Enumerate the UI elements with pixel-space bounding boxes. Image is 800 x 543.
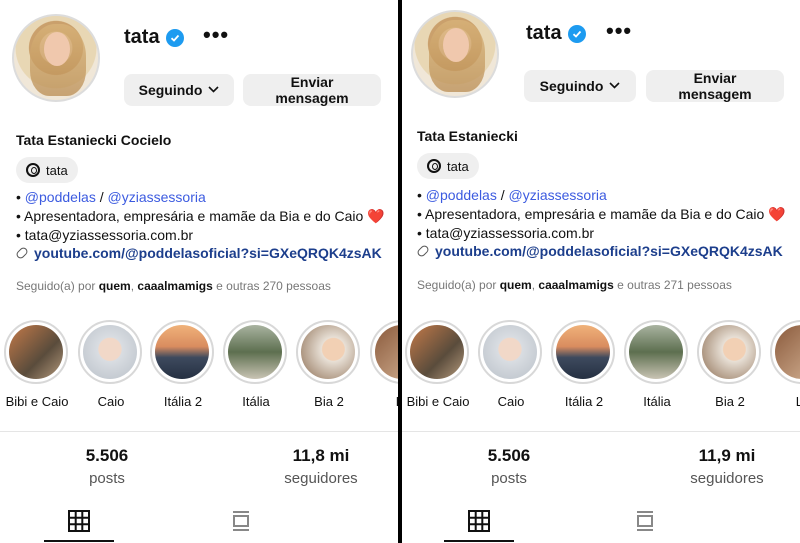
- profile-avatar[interactable]: [411, 10, 499, 98]
- highlight-label: Bibi e Caio: [406, 394, 470, 409]
- posts-label: posts: [89, 470, 125, 487]
- more-options-icon[interactable]: •••: [203, 22, 229, 48]
- following-label: Seguindo: [539, 78, 604, 94]
- mention-yziassessoria[interactable]: @yziassessoria: [509, 187, 607, 203]
- highlight-story[interactable]: Bibi e Caio: [405, 320, 471, 409]
- following-label: Seguindo: [138, 82, 203, 98]
- send-message-label: Enviar mensagem: [275, 74, 349, 106]
- profile-username: tata: [526, 22, 562, 44]
- followed-by-text[interactable]: Seguido(a) por quem, caaalmamigs e outra…: [417, 278, 732, 292]
- followers-label: seguidores: [690, 470, 764, 487]
- followers-stat[interactable]: 11,8 mi seguidores: [246, 446, 396, 487]
- highlight-story[interactable]: Caio: [478, 320, 544, 409]
- bio-line-description: • Apresentadora, empresária e mamãe da B…: [417, 206, 786, 222]
- stats-divider: [402, 431, 800, 432]
- profile-avatar[interactable]: [12, 14, 100, 102]
- highlight-label: Itália: [643, 394, 671, 409]
- highlight-story[interactable]: Itália: [223, 320, 289, 409]
- highlight-label: Itália 2: [163, 394, 203, 409]
- profile-username: tata: [124, 26, 160, 48]
- link-icon: [14, 245, 30, 261]
- highlight-label: Caio: [497, 394, 525, 409]
- verified-badge-icon: [165, 28, 184, 47]
- threads-label: tata: [46, 162, 68, 178]
- external-link[interactable]: youtube.com/@poddelasoficial?si=GXeQRQK4…: [415, 243, 783, 259]
- following-button[interactable]: Seguindo: [524, 70, 636, 102]
- grid-tab-icon[interactable]: [468, 510, 490, 537]
- threads-link[interactable]: tata: [417, 153, 479, 179]
- profile-screen-before: tata ••• Seguindo Enviar mensagem Tata E…: [0, 0, 398, 543]
- mention-poddelas[interactable]: @poddelas: [426, 187, 497, 203]
- reels-tab-icon[interactable]: [636, 510, 654, 537]
- chevron-down-icon: [208, 82, 219, 98]
- profile-full-name: Tata Estaniecki Cocielo: [16, 132, 172, 148]
- threads-label: tata: [447, 158, 469, 174]
- threads-link[interactable]: tata: [16, 157, 78, 183]
- send-message-label: Enviar mensagem: [678, 70, 752, 102]
- highlight-label: Caio: [97, 394, 125, 409]
- posts-stat[interactable]: 5.506 posts: [32, 446, 182, 487]
- followed-by-text[interactable]: Seguido(a) por quem, caaalmamigs e outra…: [16, 279, 331, 293]
- following-button[interactable]: Seguindo: [124, 74, 234, 106]
- followers-count: 11,9 mi: [698, 446, 756, 465]
- highlight-story[interactable]: Lo: [770, 320, 800, 409]
- grid-tab-icon[interactable]: [68, 510, 90, 537]
- followers-count: 11,8 mi: [292, 446, 350, 465]
- highlight-story[interactable]: Caio: [78, 320, 144, 409]
- more-options-icon[interactable]: •••: [606, 18, 632, 44]
- bio-line-email: • tata@yziassessoria.com.br: [417, 225, 595, 241]
- highlight-label: Lo: [795, 394, 800, 409]
- link-icon: [415, 243, 431, 259]
- mention-poddelas[interactable]: @poddelas: [25, 189, 96, 205]
- active-tab-indicator: [44, 540, 114, 542]
- threads-icon: [26, 163, 40, 177]
- highlight-label: Itália 2: [564, 394, 604, 409]
- external-link-text: youtube.com/@poddelasoficial?si=GXeQRQK4…: [34, 245, 382, 261]
- highlight-label: Lo: [370, 394, 398, 409]
- posts-label: posts: [491, 470, 527, 487]
- external-link[interactable]: youtube.com/@poddelasoficial?si=GXeQRQK4…: [14, 245, 382, 261]
- highlight-story[interactable]: Bia 2: [296, 320, 362, 409]
- highlight-story[interactable]: Bibi e Caio: [4, 320, 70, 409]
- bio-line-email: • tata@yziassessoria.com.br: [16, 227, 194, 243]
- chevron-down-icon: [609, 78, 620, 94]
- verified-badge-icon: [567, 24, 586, 43]
- highlight-story[interactable]: Itália 2: [150, 320, 216, 409]
- profile-full-name: Tata Estaniecki: [417, 128, 518, 144]
- stats-divider: [0, 431, 398, 432]
- highlight-story[interactable]: Itália 2: [551, 320, 617, 409]
- external-link-text: youtube.com/@poddelasoficial?si=GXeQRQK4…: [435, 243, 783, 259]
- highlight-label: Itália: [242, 394, 270, 409]
- reels-tab-icon[interactable]: [232, 510, 250, 537]
- followers-label: seguidores: [284, 470, 358, 487]
- posts-count: 5.506: [85, 446, 129, 465]
- bio-line-description: • Apresentadora, empresária e mamãe da B…: [16, 208, 385, 224]
- threads-icon: [427, 159, 441, 173]
- highlight-story[interactable]: Itália: [624, 320, 690, 409]
- posts-stat[interactable]: 5.506 posts: [434, 446, 584, 487]
- highlight-story[interactable]: Lo: [370, 320, 398, 409]
- posts-count: 5.506: [487, 446, 531, 465]
- followers-stat[interactable]: 11,9 mi seguidores: [652, 446, 800, 487]
- profile-screen-after: tata ••• Seguindo Enviar mensagem Tata E…: [402, 0, 800, 543]
- active-tab-indicator: [444, 540, 514, 542]
- bio-line-mentions: • @poddelas / @yziassessoria: [16, 189, 206, 205]
- highlight-label: Bia 2: [715, 394, 745, 409]
- highlight-label: Bia 2: [314, 394, 344, 409]
- bio-line-mentions: • @poddelas / @yziassessoria: [417, 187, 607, 203]
- send-message-button[interactable]: Enviar mensagem: [243, 74, 381, 106]
- highlight-label: Bibi e Caio: [5, 394, 69, 409]
- send-message-button[interactable]: Enviar mensagem: [646, 70, 784, 102]
- mention-yziassessoria[interactable]: @yziassessoria: [108, 189, 206, 205]
- highlight-story[interactable]: Bia 2: [697, 320, 763, 409]
